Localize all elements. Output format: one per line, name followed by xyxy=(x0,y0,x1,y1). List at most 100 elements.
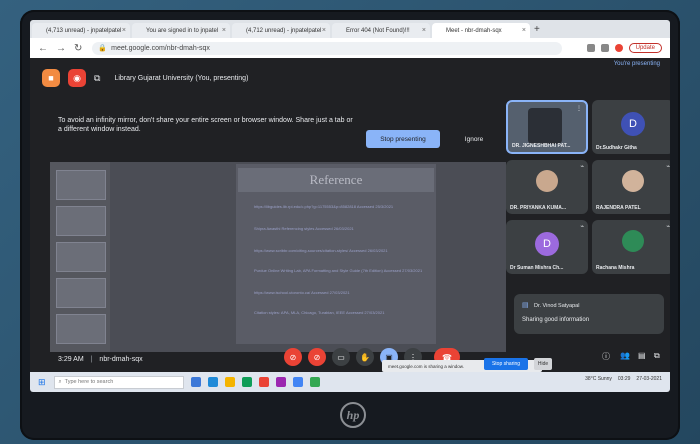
mic-muted-icon: ⌁ xyxy=(666,164,670,170)
mic-off-icon[interactable]: ⊘ xyxy=(284,348,302,366)
sharing-notice-text: meet.google.com is sharing a window. xyxy=(388,363,465,369)
avatar-photo xyxy=(536,170,558,192)
close-icon[interactable]: × xyxy=(122,27,126,34)
opera-icon[interactable] xyxy=(258,377,269,387)
avatar: D xyxy=(535,232,559,256)
browser-tab[interactable]: (4,713 unread) - jnpatelpatel × xyxy=(32,23,130,38)
meeting-info: 3:29 AM | nbr-dmah-sqx xyxy=(58,356,143,363)
hide-button[interactable]: Hide xyxy=(534,358,552,370)
slide-thumbnails xyxy=(50,162,110,352)
slide-thumbnail xyxy=(56,278,106,308)
address-bar-row: ← → ↻ 🔒 meet.google.com/nbr-dmah-sqx Upda… xyxy=(30,38,670,59)
participant-tile[interactable]: ⌁ Rachana Mishra xyxy=(592,220,670,274)
lock-icon: 🔒 xyxy=(98,45,108,52)
participant-tile[interactable]: ⌁ RAJENDRA PATEL xyxy=(592,160,670,214)
meet-window: You're presenting ■ ◉ ⧉ Library Gujarat … xyxy=(30,58,670,392)
tab-label: Error 404 (Not Found)!!! xyxy=(346,27,410,34)
slide-thumbnail xyxy=(56,206,106,236)
shared-screen: Reference https://libguides.lib.rpi.edu/… xyxy=(50,162,506,352)
reference-line: Purdue Online Writing Lab, APA Formattin… xyxy=(254,268,423,273)
video-feed xyxy=(528,108,562,144)
windows-start-icon[interactable]: ⊞ xyxy=(38,377,46,388)
search-icon: ⌕ xyxy=(58,378,62,385)
screen-share-icon: ⧉ xyxy=(94,72,101,83)
extension-icon[interactable] xyxy=(586,44,595,52)
tab-label: You are signed in to jnpatel xyxy=(146,27,219,34)
presenting-link[interactable]: You're presenting xyxy=(614,61,660,67)
tab-label: (4,712 unread) - jnpatelpatel xyxy=(246,27,322,34)
close-icon[interactable]: × xyxy=(422,27,426,34)
divider: | xyxy=(90,356,93,363)
chat-panel-icon[interactable]: ▤ xyxy=(638,351,646,360)
slide-thumbnail xyxy=(56,242,106,272)
chrome-icon[interactable] xyxy=(292,377,303,387)
present-title: Library Gujarat University (You, present… xyxy=(114,74,249,82)
browser-tab[interactable]: Error 404 (Not Found)!!! × xyxy=(332,23,430,38)
meeting-time: 3:29 AM xyxy=(58,356,84,363)
record-icon[interactable]: ◉ xyxy=(68,69,86,87)
hp-logo: hp xyxy=(340,402,366,428)
reference-line: https://www.ischool.utoronto.ca/ Accesse… xyxy=(254,290,350,295)
participant-tile[interactable]: ⋮ DR. JIGNESHBHAI PAT... xyxy=(506,100,588,154)
url-field[interactable]: 🔒 meet.google.com/nbr-dmah-sqx xyxy=(92,41,563,55)
meeting-code: nbr-dmah-sqx xyxy=(99,356,143,363)
gmail-icon xyxy=(236,27,243,34)
update-button[interactable]: Update xyxy=(628,43,662,53)
reload-icon[interactable]: ↻ xyxy=(74,43,82,54)
gmail-icon xyxy=(36,27,43,34)
task-view-icon[interactable] xyxy=(190,377,201,387)
forward-icon[interactable]: → xyxy=(56,43,66,54)
extensions-area: Update xyxy=(586,43,662,53)
people-icon[interactable]: 👥 xyxy=(620,351,630,360)
participant-tile[interactable]: ⌁ DR. PRIYANKA KUMA... xyxy=(506,160,588,214)
avatar-photo xyxy=(622,230,644,252)
clock-date[interactable]: 27-03-2021 xyxy=(636,376,662,382)
background: (4,713 unread) - jnpatelpatel × You are s… xyxy=(0,0,700,444)
stop-sharing-button[interactable]: Stop sharing xyxy=(484,358,528,370)
back-icon[interactable]: ← xyxy=(38,43,48,54)
participant-name: Dr Suman Mishra Ch... xyxy=(510,265,564,271)
new-tab-button[interactable]: + xyxy=(534,23,540,38)
close-icon[interactable]: × xyxy=(322,27,326,34)
slide-title: Reference xyxy=(238,168,434,192)
app-icon[interactable] xyxy=(309,377,320,387)
close-icon[interactable]: × xyxy=(522,27,526,34)
browser-tab-active[interactable]: Meet - nbr-dmah-sqx × xyxy=(432,23,530,38)
captions-icon[interactable]: ▭ xyxy=(332,348,350,366)
store-icon[interactable] xyxy=(241,377,252,387)
mic-muted-icon: ⌁ xyxy=(580,224,584,230)
close-icon[interactable]: × xyxy=(222,27,226,34)
stop-presenting-button[interactable]: Stop presenting xyxy=(366,130,440,148)
taskbar-search[interactable]: ⌕ Type here to search xyxy=(53,375,184,389)
clock-time[interactable]: 03:29 xyxy=(618,376,631,382)
reference-line: Shipra Awasthi Referencing styles Access… xyxy=(254,226,354,231)
camera-off-icon[interactable]: ⊘ xyxy=(308,348,326,366)
raise-hand-icon[interactable]: ✋ xyxy=(356,348,374,366)
laptop-screen: (4,713 unread) - jnpatelpatel × You are s… xyxy=(30,20,670,392)
profile-icon[interactable] xyxy=(614,44,623,52)
site-icon xyxy=(336,27,343,34)
weather-text[interactable]: 38°C Sunny xyxy=(585,376,612,382)
reference-line: Citation styles: APA, MLA, Chicago, Tura… xyxy=(254,310,385,315)
participant-tile[interactable]: D ⌁ Dr Suman Mishra Ch... xyxy=(506,220,588,274)
participant-tile[interactable]: D Dr.Sudhakr Githa xyxy=(592,100,670,154)
infinity-mirror-warning: To avoid an infinity mirror, don't share… xyxy=(58,117,353,133)
file-explorer-icon[interactable] xyxy=(224,377,235,387)
presentation-icon[interactable]: ■ xyxy=(42,69,60,87)
activities-icon[interactable]: ⧉ xyxy=(654,351,660,361)
participant-name: Rachana Mishra xyxy=(596,265,635,271)
browser-tab[interactable]: You are signed in to jnpatel × xyxy=(132,23,230,38)
tab-label: (4,713 unread) - jnpatelpatel xyxy=(46,27,122,34)
app-icon[interactable] xyxy=(275,377,286,387)
browser-tab[interactable]: (4,712 unread) - jnpatelpatel × xyxy=(232,23,330,38)
reference-line: https://libguides.lib.rpi.edu/c.php?g=11… xyxy=(254,204,394,209)
info-icon[interactable]: ⓘ xyxy=(602,351,610,362)
edge-icon[interactable] xyxy=(207,377,218,387)
participant-name: RAJENDRA PATEL xyxy=(596,205,641,211)
slide-thumbnail xyxy=(56,314,106,344)
ignore-button[interactable]: Ignore xyxy=(454,130,494,148)
extension-icon[interactable] xyxy=(600,44,609,52)
participant-name: Dr.Sudhakr Githa xyxy=(596,145,637,151)
chat-notification[interactable]: ▤ Dr. Vinod Satyapal Sharing good inform… xyxy=(514,294,664,334)
url-text: meet.google.com/nbr-dmah-sqx xyxy=(111,44,210,52)
